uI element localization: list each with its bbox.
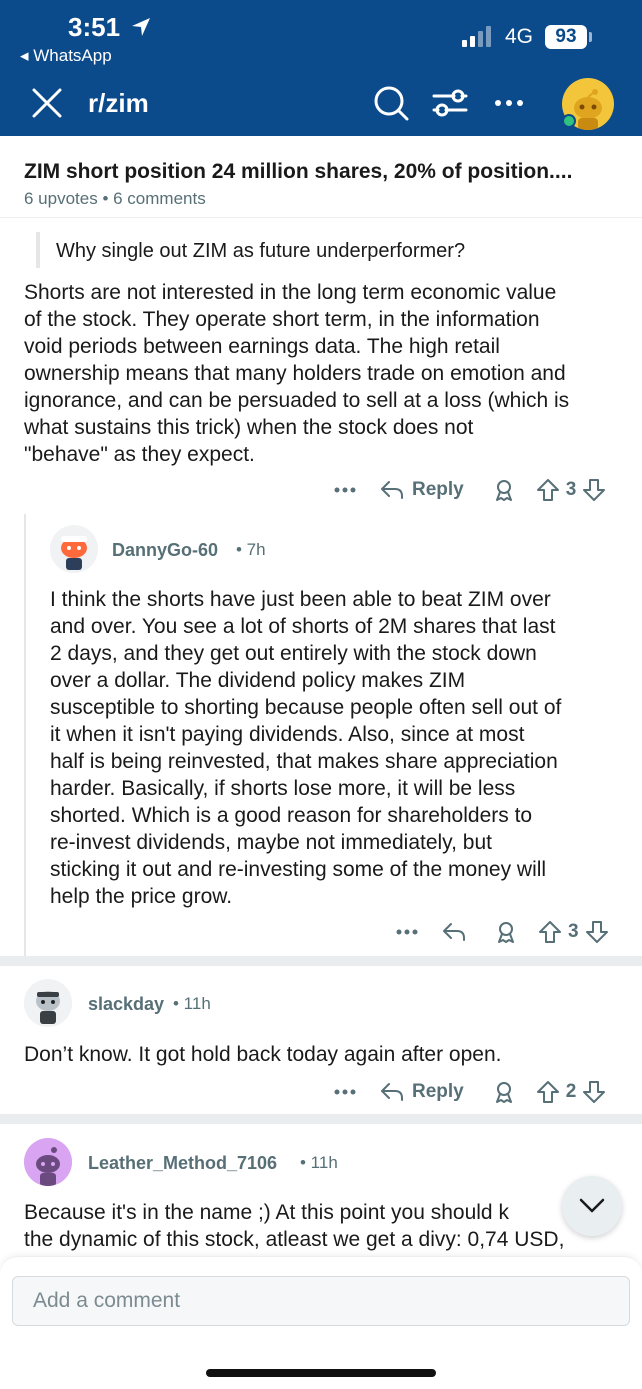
reply-icon [443, 923, 465, 941]
reply-icon [381, 1083, 403, 1101]
app-header: 3:51 ◂ WhatsApp 4G 93 r/zim [0, 0, 642, 136]
upvote-icon[interactable] [536, 1080, 560, 1104]
comment-age: • 11h [173, 994, 211, 1013]
close-icon[interactable] [30, 86, 64, 120]
comment-body: I think the shorts have just been able t… [50, 588, 562, 908]
battery-level: 93 [545, 25, 587, 49]
more-icon[interactable] [492, 86, 526, 120]
vote-control: 3 [538, 920, 609, 944]
avatar[interactable] [50, 525, 98, 573]
network-type: 4G [505, 25, 534, 48]
scroll-down-button[interactable] [562, 1176, 622, 1236]
search-icon[interactable] [372, 84, 410, 122]
online-status-dot [562, 114, 576, 128]
award-button[interactable] [494, 920, 518, 944]
post-meta: 6 upvotes • 6 comments [24, 189, 206, 208]
chevron-down-icon [579, 1198, 605, 1213]
more-options-button[interactable] [396, 928, 418, 936]
upvote-icon[interactable] [536, 478, 560, 502]
vote-count: 2 [565, 1081, 577, 1102]
vote-control: 3 [536, 478, 607, 502]
vote-count: 3 [568, 921, 579, 942]
comment-body: Don’t know. It got hold back today again… [24, 1043, 502, 1066]
more-icon [334, 487, 356, 493]
comment-actions: 3 [396, 917, 609, 947]
downvote-icon[interactable] [582, 478, 606, 502]
location-arrow-icon [132, 18, 150, 36]
reply-button[interactable]: Reply [380, 479, 464, 501]
award-icon [495, 480, 512, 501]
upvote-icon[interactable] [538, 920, 562, 944]
comment-actions: Reply 3 [334, 475, 606, 505]
battery-tip [589, 32, 592, 42]
post-title[interactable]: ZIM short position 24 million shares, 20… [24, 160, 572, 184]
reply-icon [381, 481, 403, 499]
signal-icon [462, 26, 491, 47]
comment-body: Because it's in the name ;) At this poin… [24, 1201, 565, 1251]
back-to-whatsapp-link[interactable]: ◂ WhatsApp [20, 46, 112, 66]
comment-age: • 7h [236, 540, 266, 559]
award-button[interactable] [492, 1080, 516, 1104]
quoted-text: Why single out ZIM as future underperfor… [56, 240, 466, 262]
vote-control: 2 [536, 1080, 607, 1104]
home-indicator[interactable] [206, 1369, 436, 1377]
filter-icon[interactable] [432, 86, 468, 120]
username[interactable]: slackday [88, 994, 164, 1015]
username[interactable]: Leather_Method_7106 [88, 1153, 277, 1174]
comment-age: • 11h [300, 1153, 338, 1172]
comment-divider [0, 956, 642, 966]
more-options-button[interactable] [334, 1088, 356, 1096]
status-time: 3:51 [68, 12, 121, 42]
award-icon [498, 922, 514, 943]
add-comment-input[interactable] [12, 1276, 630, 1326]
vote-count: 3 [565, 479, 577, 500]
comment-body: Shorts are not interested in the long te… [24, 281, 570, 466]
more-options-button[interactable] [334, 486, 356, 494]
quote-bar [36, 232, 40, 268]
username[interactable]: DannyGo-60 [112, 540, 218, 561]
avatar[interactable] [24, 1138, 72, 1186]
more-icon [334, 1089, 356, 1095]
comment-actions: Reply 2 [334, 1077, 606, 1107]
reply-button[interactable]: Reply [380, 1081, 464, 1103]
reply-button[interactable] [442, 921, 466, 943]
downvote-icon[interactable] [585, 920, 609, 944]
thread-line[interactable] [24, 514, 26, 956]
downvote-icon[interactable] [582, 1080, 606, 1104]
comment-divider [0, 1114, 642, 1124]
more-icon [396, 929, 418, 935]
award-button[interactable] [492, 478, 516, 502]
avatar[interactable] [24, 979, 72, 1027]
award-icon [495, 1082, 512, 1103]
subreddit-name[interactable]: r/zim [88, 88, 149, 119]
